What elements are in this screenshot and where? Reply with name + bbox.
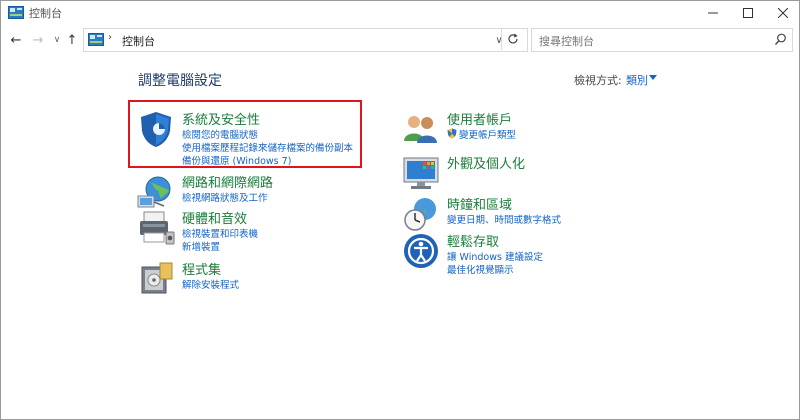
caret-down-icon[interactable] [649,75,657,80]
breadcrumb-separator-icon: › [108,32,112,43]
chevron-down-icon: ∨ [53,35,61,45]
category-ease-of-access: 輕鬆存取 讓 Windows 建議設定 最佳化視覺顯示 [401,231,631,276]
link-uninstall-program[interactable]: 解除安裝程式 [182,277,239,291]
minimize-icon [707,12,718,14]
link-change-date-time-format[interactable]: 變更日期、時間或數字格式 [447,212,561,226]
search-placeholder: 搜尋控制台 [539,35,594,48]
breadcrumb[interactable]: 控制台 [122,33,155,49]
category-title[interactable]: 程式集 [182,259,221,278]
forward-button[interactable]: → [29,31,47,49]
network-globe-icon[interactable] [136,172,176,212]
control-panel-icon [8,6,24,19]
arrow-up-icon: ↑ [66,32,78,48]
minimize-button[interactable] [695,1,730,25]
link-network-status[interactable]: 檢視網路狀態及工作 [182,190,268,204]
category-title[interactable]: 硬體和音效 [182,208,247,227]
category-hardware-sound: 硬體和音效 檢視裝置和印表機 新增裝置 [136,208,366,253]
control-panel-icon [88,33,104,46]
category-title[interactable]: 外觀及個人化 [447,153,525,172]
view-by-dropdown[interactable]: 類別 [626,72,648,88]
view-by-label: 檢視方式: [574,74,622,87]
up-button[interactable]: ↑ [63,31,81,49]
category-clock-region: 時鐘和區域 變更日期、時間或數字格式 [401,194,631,234]
back-button[interactable]: ← [7,31,25,49]
highlight-annotation [128,100,362,168]
arrow-left-icon: ← [10,32,22,48]
link-add-device[interactable]: 新增裝置 [182,239,220,253]
ease-of-access-icon[interactable] [401,231,441,271]
category-appearance-personalization: 外觀及個人化 [401,153,631,193]
category-title[interactable]: 網路和網際網路 [182,172,273,191]
control-panel-window: 控制台 ← → ∨ ↑ › 控制台 ∨ 搜尋控制台 調整電腦設定 檢視方式: 類… [0,0,800,420]
search-input[interactable]: 搜尋控制台 [531,28,793,52]
category-title[interactable]: 輕鬆存取 [447,231,499,250]
link-label: 變更帳戶類型 [459,130,517,141]
arrow-right-icon: → [32,32,44,48]
refresh-icon [508,33,518,44]
link-optimize-visual-display[interactable]: 最佳化視覺顯示 [447,262,514,276]
address-bar[interactable]: › 控制台 ∨ [83,28,528,52]
programs-icon[interactable] [136,259,176,299]
close-icon [777,8,788,18]
category-network-internet: 網路和網際網路 檢視網路狀態及工作 [136,172,366,212]
category-title[interactable]: 使用者帳戶 [447,109,512,128]
hardware-printer-icon[interactable] [136,208,176,248]
maximize-button[interactable] [730,1,765,25]
clock-globe-icon[interactable] [401,194,441,234]
category-title[interactable]: 時鐘和區域 [447,194,512,213]
page-title: 調整電腦設定 [138,73,222,89]
link-change-account-type[interactable]: 變更帳戶類型 [447,127,516,141]
search-icon[interactable] [774,33,787,46]
title-bar: 控制台 [1,1,799,25]
refresh-button[interactable] [501,28,524,50]
maximize-icon [742,8,753,18]
category-programs: 程式集 解除安裝程式 [136,259,366,299]
close-button[interactable] [765,1,800,25]
user-accounts-icon[interactable] [401,109,441,149]
uac-shield-icon [447,128,457,139]
category-user-accounts: 使用者帳戶 變更帳戶類型 [401,109,631,149]
link-devices-printers[interactable]: 檢視裝置和印表機 [182,226,258,240]
window-title: 控制台 [29,7,62,20]
link-windows-suggest-settings[interactable]: 讓 Windows 建議設定 [447,249,543,263]
appearance-monitor-icon[interactable] [401,153,441,193]
